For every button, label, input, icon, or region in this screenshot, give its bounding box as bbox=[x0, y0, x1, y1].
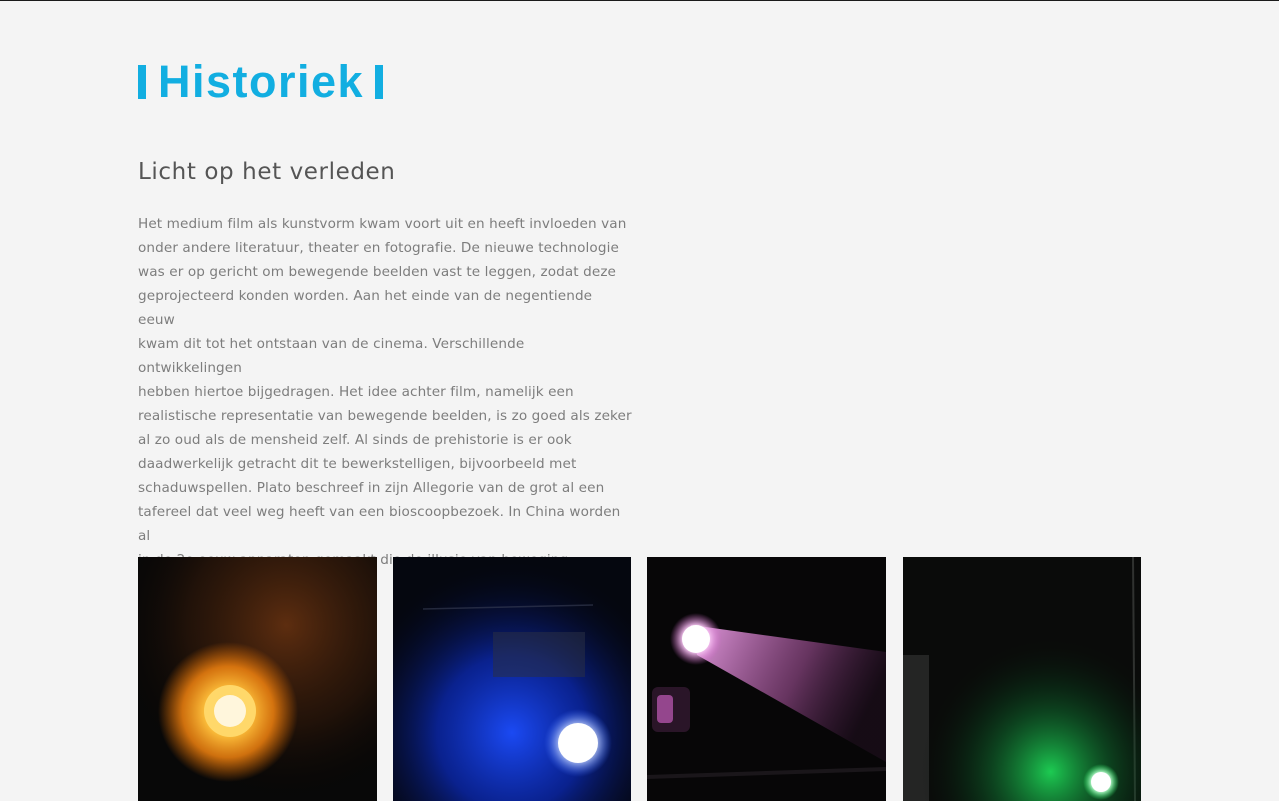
stage-light-blue-image bbox=[393, 557, 631, 801]
page-heading: Historiek bbox=[138, 56, 384, 107]
page-title: Historiek bbox=[158, 56, 365, 107]
heading-bar-right bbox=[375, 65, 384, 99]
intro-paragraph: Het medium film als kunstvorm kwam voort… bbox=[138, 216, 632, 568]
stage-light-pink-image bbox=[647, 557, 886, 801]
photo-stage-light-pink[interactable] bbox=[647, 557, 886, 801]
photo-gallery bbox=[138, 557, 1142, 801]
photo-stage-light-green[interactable] bbox=[903, 557, 1141, 801]
stage-light-green-image bbox=[903, 557, 1141, 801]
section-subtitle: Licht op het verleden bbox=[138, 159, 396, 185]
photo-stage-light-orange[interactable] bbox=[138, 557, 377, 801]
heading-bar-left bbox=[138, 65, 146, 99]
stage-light-orange-image bbox=[138, 557, 377, 801]
photo-stage-light-blue[interactable] bbox=[393, 557, 631, 801]
